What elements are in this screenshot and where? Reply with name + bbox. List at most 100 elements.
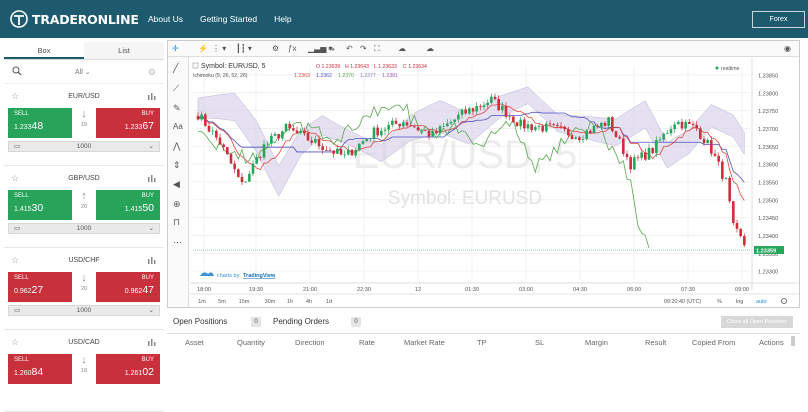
bar-chart-icon[interactable] — [148, 339, 156, 346]
price-chart[interactable]: EUR/USD, 5Symbol: EURUSD1.238501.238001.… — [190, 58, 799, 308]
candle-body — [248, 173, 251, 182]
sell-button[interactable]: SELL 1.41530 — [8, 190, 72, 220]
buy-button[interactable]: BUY 1.23367 — [96, 108, 160, 138]
range-button-1h[interactable]: 1h — [287, 299, 293, 305]
sell-button[interactable]: SELL 0.96227 — [8, 272, 72, 302]
range-button-1d[interactable]: 1d — [326, 299, 332, 305]
cloud-icon[interactable]: ☁ — [398, 42, 406, 56]
candle-body — [724, 177, 728, 179]
scale-option-log[interactable]: log — [736, 299, 743, 305]
instrument-card: ☆ USD/CHF SELL 0.96227 ↓ 20 BUY 0.96247 … — [4, 250, 164, 330]
range-button-30m[interactable]: 30m — [265, 299, 276, 305]
price-tick-label: 1.23450 — [758, 216, 778, 222]
chevron-down-icon[interactable]: ⌄ — [149, 142, 154, 150]
indicators-icon[interactable]: ƒx — [288, 42, 296, 56]
scale-option-auto[interactable]: auto — [756, 299, 767, 305]
bar-chart-icon[interactable] — [148, 175, 156, 182]
legend-ohlc-h: H 1.23643 — [345, 64, 369, 70]
text-tool-icon[interactable]: Aa — [173, 122, 183, 131]
amount-selector[interactable]: ▭ 1000 ⌄ — [8, 141, 160, 152]
category-filter[interactable]: All ⌄ — [75, 68, 91, 76]
candle-body — [523, 119, 526, 129]
candle-body — [669, 129, 673, 134]
account-type-button[interactable]: Forex — [752, 11, 805, 28]
candle-body — [581, 139, 585, 141]
range-button-15m[interactable]: 15m — [239, 299, 250, 305]
chart-settings-icon[interactable] — [781, 298, 787, 304]
range-button-1m[interactable]: 1m — [198, 299, 206, 305]
price-tick-label: 1.23400 — [758, 234, 778, 240]
ichimoku-value: 1.2362 — [316, 73, 332, 79]
zoom-icon[interactable]: ⊕ — [173, 199, 181, 210]
nav-about-us[interactable]: About Us — [148, 14, 183, 24]
settings-gear-icon[interactable]: ⚙ — [272, 42, 279, 56]
range-button-4h[interactable]: 4h — [306, 299, 312, 305]
candle-body — [354, 150, 357, 156]
crosshair-icon[interactable]: ✛ — [172, 42, 179, 56]
table-scrollbar[interactable] — [791, 336, 795, 346]
time-tick-label: 09:00 — [735, 287, 749, 293]
redo-icon[interactable]: ↷ — [360, 42, 367, 56]
candle-body — [244, 181, 247, 183]
sell-label: SELL — [14, 193, 29, 199]
nav-help[interactable]: Help — [274, 14, 291, 24]
sell-price: 1.26084 — [14, 366, 43, 378]
buy-price: 1.26102 — [125, 366, 154, 378]
price-tick-label: 1.23600 — [758, 163, 778, 169]
tab-list[interactable]: List — [84, 42, 164, 59]
candle-body — [552, 124, 555, 126]
time-tick-label: 04:30 — [573, 287, 587, 293]
tradingview-link[interactable]: TradingView — [243, 273, 276, 279]
brush-icon[interactable]: ✎ — [173, 103, 181, 114]
more-options-icon[interactable]: ⋮ ▾ — [212, 42, 226, 56]
sell-button[interactable]: SELL 1.23348 — [8, 108, 72, 138]
cloud-upload-icon[interactable]: ☁ — [426, 42, 434, 56]
candle-body — [482, 105, 486, 107]
camera-icon[interactable]: ◉ — [784, 42, 791, 56]
candle-body — [226, 147, 229, 155]
tab-box[interactable]: Box — [4, 42, 84, 59]
amount-selector[interactable]: ▭ 1000 ⌄ — [8, 305, 160, 316]
tab-open-positions[interactable]: Open Positions — [173, 317, 227, 326]
interval-icon[interactable]: ⚡ — [198, 42, 208, 56]
scale-option-%[interactable]: % — [717, 299, 722, 305]
chevron-down-icon[interactable]: ⌄ — [149, 306, 154, 314]
tab-pending-orders[interactable]: Pending Orders — [273, 317, 329, 326]
buy-button[interactable]: BUY 0.96247 — [96, 272, 160, 302]
undo-icon[interactable]: ↶ — [346, 42, 353, 56]
symbol-compare-icon[interactable]: ⇋ — [328, 42, 335, 56]
chevron-down-icon[interactable]: ⌄ — [149, 224, 154, 232]
col-asset: Asset — [185, 338, 204, 347]
fullscreen-icon[interactable]: ⛶ — [374, 42, 380, 56]
measure-icon[interactable]: ⇕ — [173, 160, 181, 171]
trendline-icon[interactable]: ╱ — [173, 63, 178, 74]
arrow-left-icon[interactable]: ◀ — [173, 179, 180, 190]
sell-price: 1.23348 — [14, 120, 43, 132]
range-button-5m[interactable]: 5m — [218, 299, 226, 305]
spread-value: 20 — [80, 286, 88, 292]
candle-body — [592, 125, 596, 134]
gear-icon[interactable]: ⚙ — [148, 67, 156, 78]
buy-button[interactable]: BUY 1.26102 — [96, 354, 160, 384]
candles-style-icon[interactable]: ┃┇ ▾ — [236, 42, 252, 56]
buy-button[interactable]: BUY 1.41550 — [96, 190, 160, 220]
candle-body — [508, 116, 511, 118]
amount-selector[interactable]: ▭ 1000 ⌄ — [8, 223, 160, 234]
logo[interactable]: TRADERONLINE — [10, 9, 139, 29]
amount-value: 1000 — [76, 307, 92, 314]
pending-orders-count: 0 — [351, 317, 361, 327]
candle-body — [655, 140, 658, 154]
search-icon[interactable] — [12, 66, 22, 76]
sell-button[interactable]: SELL 1.26084 — [8, 354, 72, 384]
fib-icon[interactable]: ⟋ — [173, 83, 179, 94]
candle-body — [255, 157, 258, 164]
bar-chart-icon[interactable] — [148, 257, 156, 264]
pattern-icon[interactable]: ⋀ — [173, 141, 180, 152]
candle-body — [677, 121, 680, 125]
candle-body — [416, 127, 420, 131]
magnet-icon[interactable]: ⊓ — [173, 217, 180, 228]
close-all-button[interactable]: Close all Open Positions — [721, 316, 793, 328]
nav-getting-started[interactable]: Getting Started — [200, 14, 257, 24]
bar-chart-icon[interactable] — [148, 93, 156, 100]
more-tools-icon[interactable]: ⋯ — [173, 237, 182, 248]
